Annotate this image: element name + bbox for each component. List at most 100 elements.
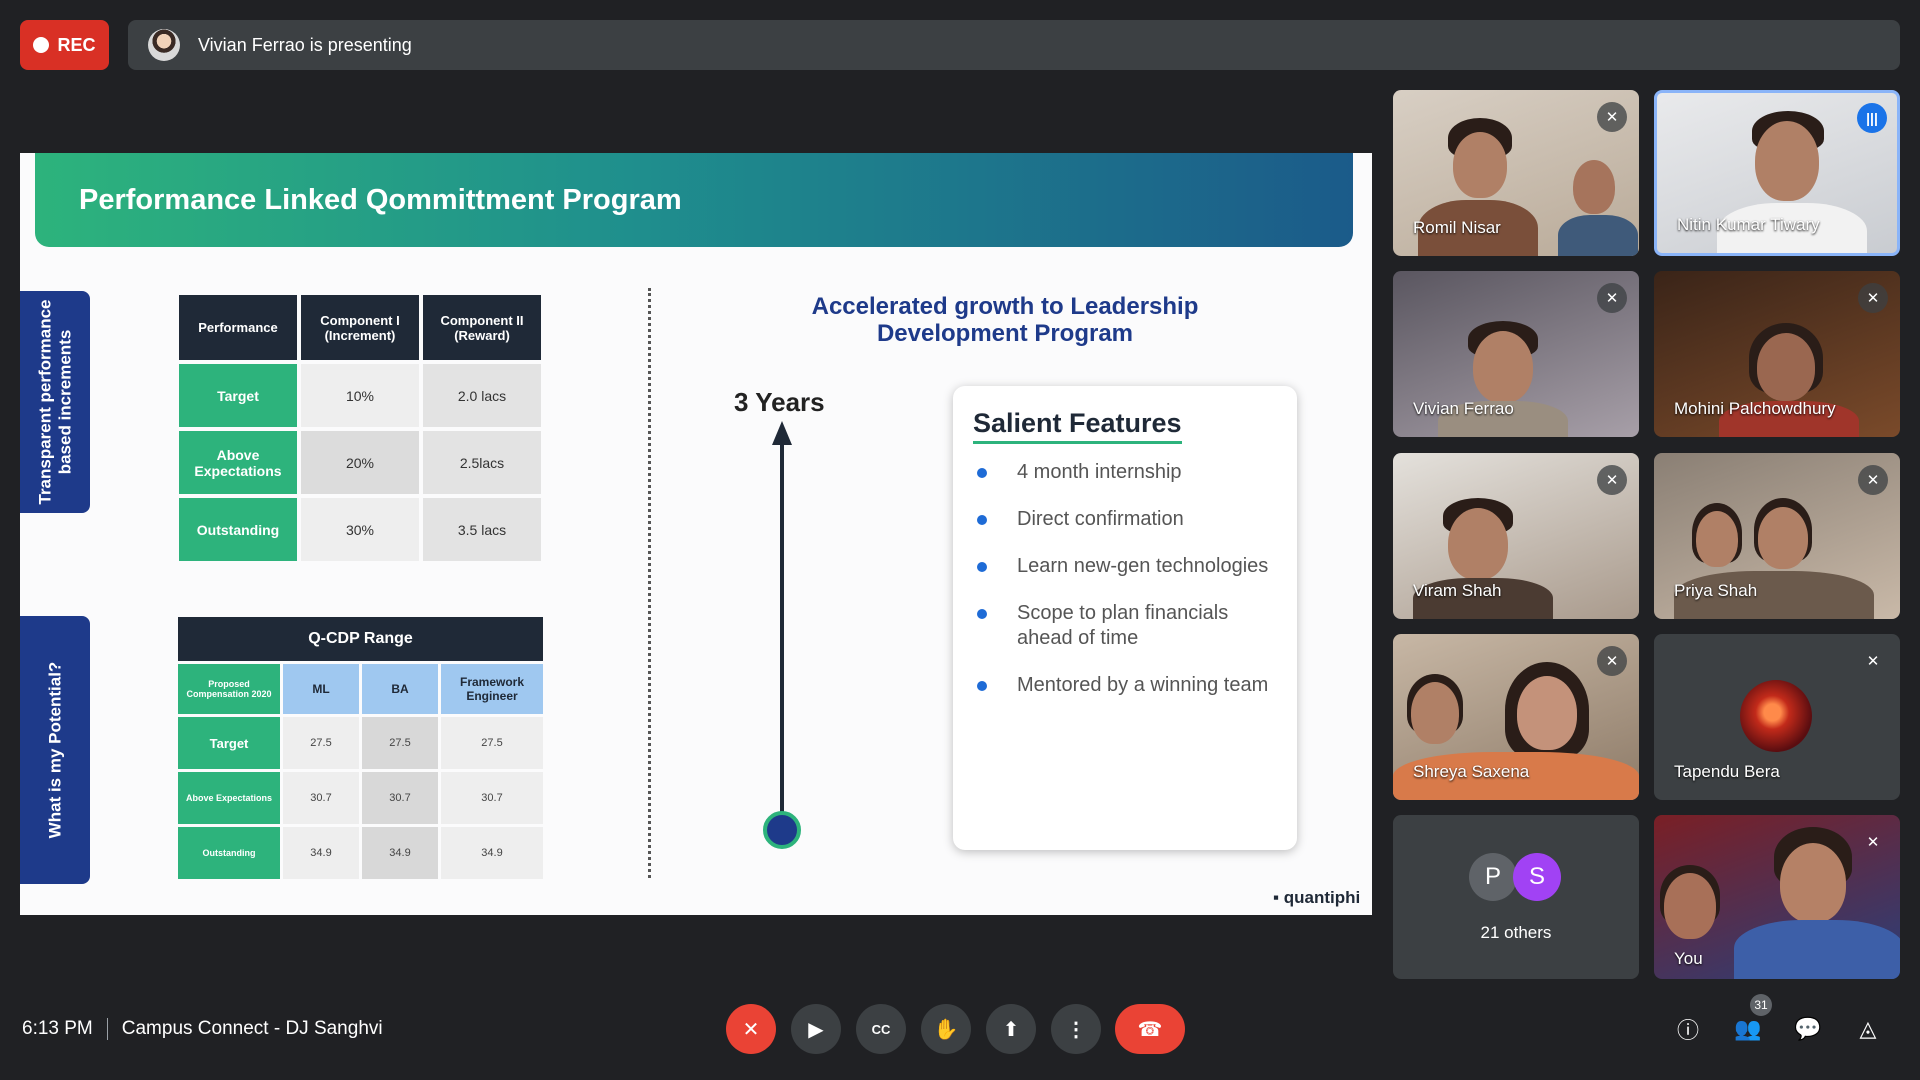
raise-hand-button[interactable]: ✋ <box>921 1004 971 1054</box>
leave-call-button[interactable]: ☎ <box>1115 1004 1185 1054</box>
person-face <box>1453 132 1507 198</box>
feature-item: Scope to plan financials ahead of time <box>973 601 1277 651</box>
presenter-avatar <box>148 29 180 61</box>
person-face <box>1755 121 1819 201</box>
person-body <box>1734 920 1900 979</box>
present-screen-button[interactable]: ⬆ <box>986 1004 1036 1054</box>
column-header: Component II (Reward) <box>423 295 541 360</box>
participant-tile[interactable]: ✕ Vivian Ferrao <box>1393 271 1639 437</box>
presenting-text: Vivian Ferrao is presenting <box>198 34 412 55</box>
meeting-info: 6:13 PM Campus Connect - DJ Sanghvi <box>22 1018 383 1040</box>
side-tab-potential: What is my Potential? <box>20 616 90 884</box>
chat-icon: 💬 <box>1794 1016 1822 1041</box>
camera-toggle-button[interactable]: ▶ <box>791 1004 841 1054</box>
feature-text: 4 month internship <box>1017 461 1182 483</box>
slide-title-banner: Performance Linked Qommittment Program <box>35 153 1353 247</box>
performance-table: Performance Component I (Increment) Comp… <box>175 291 545 565</box>
participant-avatar <box>1740 680 1812 752</box>
bullet-icon <box>977 515 987 525</box>
person-face <box>1696 511 1738 567</box>
column-header: Framework Engineer <box>441 664 543 714</box>
row-label: Outstanding <box>179 498 297 561</box>
table-row: Above Expectations 20% 2.5lacs <box>179 431 541 494</box>
mic-off-icon: ✕ <box>1597 283 1627 313</box>
table-cell: 10% <box>301 364 419 427</box>
table-header-row: Performance Component I (Increment) Comp… <box>179 295 541 360</box>
more-options-button[interactable]: ⋮ <box>1051 1004 1101 1054</box>
person-face <box>1411 682 1459 744</box>
person-face <box>1573 160 1615 214</box>
participant-tile[interactable]: ✕ Priya Shah <box>1654 453 1900 619</box>
table-cell: 27.5 <box>362 717 438 769</box>
participant-name: Tapendu Bera <box>1674 762 1780 781</box>
person-body <box>1558 215 1638 256</box>
column-header: ML <box>283 664 359 714</box>
table-cell: 2.0 lacs <box>423 364 541 427</box>
current-time: 6:13 PM <box>22 1018 93 1039</box>
meeting-details-button[interactable]: ⓘ <box>1671 1012 1705 1046</box>
participant-tile[interactable]: ✕ Tapendu Bera <box>1654 634 1900 800</box>
feature-item: 4 month internship <box>973 460 1277 485</box>
others-avatars: P S <box>1469 853 1561 901</box>
info-icon: ⓘ <box>1676 1018 1699 1043</box>
activities-button[interactable]: ◬ <box>1851 1012 1885 1046</box>
avatar-initial: P <box>1469 853 1517 901</box>
table-cell: 27.5 <box>441 717 543 769</box>
bullet-icon <box>977 609 987 619</box>
participant-tile[interactable]: ✕ Mohini Palchowdhury <box>1654 271 1900 437</box>
table-cell: 34.9 <box>441 827 543 879</box>
bullet-icon <box>977 468 987 478</box>
people-button[interactable]: 👥 <box>1731 1012 1765 1046</box>
participant-name: You <box>1674 949 1703 968</box>
self-view-tile[interactable]: ✕ You <box>1654 815 1900 979</box>
column-header: Performance <box>179 295 297 360</box>
video-camera-icon: ▶ <box>808 1018 824 1041</box>
recording-indicator: REC <box>20 20 109 70</box>
person-face <box>1757 333 1815 401</box>
captions-button[interactable]: CC <box>856 1004 906 1054</box>
mic-off-icon: ✕ <box>742 1018 760 1041</box>
mic-off-icon: ✕ <box>1597 465 1627 495</box>
record-dot-icon <box>33 37 50 53</box>
chat-button[interactable]: 💬 <box>1791 1012 1825 1046</box>
person-face <box>1664 873 1716 939</box>
microphone-toggle-button[interactable]: ✕ <box>726 1004 776 1054</box>
timeline-start-dot <box>763 811 801 849</box>
feature-text: Learn new-gen technologies <box>1017 555 1269 577</box>
salient-features-card: Salient Features 4 month internship Dire… <box>953 386 1297 850</box>
person-face <box>1517 676 1577 750</box>
feature-item: Direct confirmation <box>973 507 1277 532</box>
more-vertical-icon: ⋮ <box>1066 1018 1086 1041</box>
others-tile[interactable]: P S 21 others <box>1393 815 1639 979</box>
activities-icon: ◬ <box>1859 1016 1877 1041</box>
mic-off-icon: ✕ <box>1858 465 1888 495</box>
mic-off-icon: ✕ <box>1866 834 1880 851</box>
table-cell: 30.7 <box>362 772 438 824</box>
table-cell: 2.5lacs <box>423 431 541 494</box>
years-label: 3 Years <box>734 387 825 417</box>
participant-tile-speaking[interactable]: ||| Nitin Kumar Tiwary <box>1654 90 1900 256</box>
person-face <box>1448 508 1508 580</box>
side-tab-increments-label: Transparent performance based increments <box>35 299 75 505</box>
participant-name: Romil Nisar <box>1413 218 1501 237</box>
feature-item: Learn new-gen technologies <box>973 554 1277 579</box>
participant-tile[interactable]: ✕ Viram Shah <box>1393 453 1639 619</box>
participant-tile[interactable]: ✕ Romil Nisar <box>1393 90 1639 256</box>
people-icon: 👥 <box>1734 1016 1762 1041</box>
table-cell: 20% <box>301 431 419 494</box>
end-call-icon: ☎ <box>1137 1018 1163 1041</box>
meeting-title[interactable]: Campus Connect - DJ Sanghvi <box>122 1018 383 1040</box>
person-face <box>1473 331 1533 403</box>
hand-icon: ✋ <box>933 1018 959 1041</box>
feature-item: Mentored by a winning team <box>973 673 1277 698</box>
timeline-arrow <box>780 433 784 835</box>
participant-tile[interactable]: ✕ Shreya Saxena <box>1393 634 1639 800</box>
others-count: 21 others <box>1480 923 1552 942</box>
feature-text: Mentored by a winning team <box>1017 674 1269 696</box>
participant-name: Viram Shah <box>1413 581 1502 600</box>
table-row: Outstanding 34.9 34.9 34.9 <box>178 827 543 879</box>
table-cell: 30.7 <box>441 772 543 824</box>
slide-divider <box>648 288 651 878</box>
row-label: Target <box>178 717 280 769</box>
feature-text: Scope to plan financials ahead of time <box>1017 602 1229 649</box>
